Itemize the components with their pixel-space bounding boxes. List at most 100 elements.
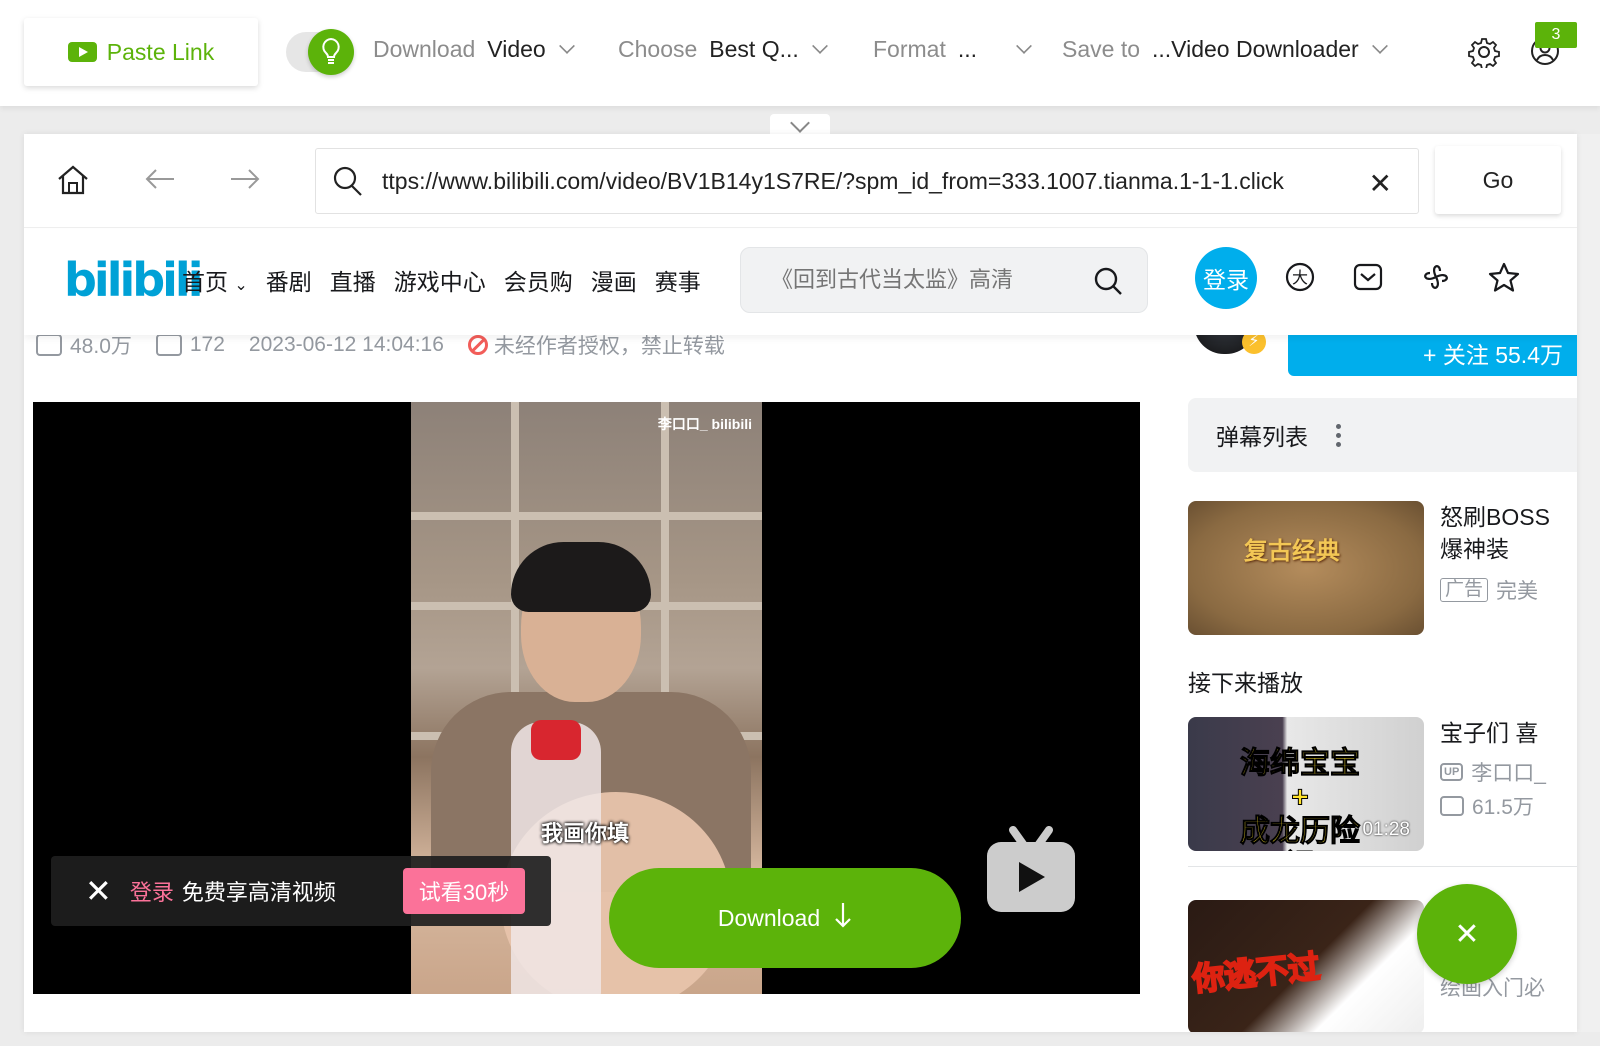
nav-item-live[interactable]: 直播 [330,263,376,297]
ad-title-line1: 怒刷BOSS [1440,504,1550,530]
search-icon[interactable] [1093,266,1123,301]
quality-label: Choose [618,36,698,62]
play-count-icon [36,334,62,356]
nav-item-esports[interactable]: 赛事 [655,263,701,297]
smart-mode-toggle[interactable] [286,29,354,75]
quality-value: Best Q... [709,36,799,62]
format-value: ... [957,36,978,62]
browser-nav-bar: ✕ Go [24,134,1577,228]
url-input[interactable] [382,167,1342,195]
ad-tag: 广告 [1440,578,1489,602]
ad-thumbnail-text: 复古经典 [1244,536,1340,565]
favorites-star-icon[interactable] [1488,261,1522,295]
nav-item-games[interactable]: 游戏中心 [394,263,486,297]
bilibili-search-input[interactable] [771,267,1051,293]
chevron-down-icon [1371,37,1388,54]
back-arrow-icon[interactable] [144,164,176,199]
format-dropdown[interactable]: Format ... [873,36,1032,63]
bilibili-nav: 首页 ⌄ 番剧 直播 游戏中心 会员购 漫画 赛事 [182,263,701,297]
uploader-icon: UP [1440,763,1464,781]
ad-title-line2: 爆神装 [1440,536,1509,562]
chevron-down-icon [558,37,575,54]
ad-thumbnail: 复古经典 [1188,501,1424,635]
ad-source: 完美 [1496,580,1539,603]
svg-text:大: 大 [1292,269,1308,287]
download-type-value: Video [487,36,546,62]
login-prompt-text: 免费享高清视频 [181,880,336,905]
go-button[interactable]: Go [1435,146,1561,214]
download-button[interactable]: Download [609,868,961,968]
save-location-dropdown[interactable]: Save to ...Video Downloader [1062,36,1388,63]
bilibili-logo[interactable]: bilibili [64,253,203,307]
video-duration: 01:28 [1362,819,1410,840]
nav-item-anime[interactable]: 番剧 [266,263,312,297]
message-icon[interactable] [1352,261,1386,295]
trial-watch-button[interactable]: 试看30秒 [403,868,525,914]
quality-dropdown[interactable]: Choose Best Q... [618,36,828,63]
chevron-down-icon [1016,37,1032,54]
nav-item-home[interactable]: 首页 ⌄ [182,263,248,297]
notification-badge: 3 [1535,22,1577,48]
video-play-icon [67,42,97,62]
bilibili-login-button[interactable]: 登录 [1195,247,1257,309]
home-icon[interactable] [56,164,90,201]
bilibili-tv-play-icon[interactable] [985,826,1077,914]
video-subtitle: 我画你填 [541,821,630,846]
paste-link-button[interactable]: Paste Link [24,18,258,86]
thumbnail-text-2: + [1291,781,1310,815]
close-floating-button[interactable]: ✕ [1417,884,1517,984]
danmaku-count: 172 [189,333,225,356]
save-location-label: Save to [1062,36,1140,62]
thumbnail-text: 你逃不过 [1190,947,1323,998]
follow-button[interactable]: + 关注 55.4万 [1288,330,1577,376]
ad-card[interactable]: 复古经典 怒刷BOSS 爆神装 广告 完美 [1188,501,1577,637]
url-bar[interactable]: ✕ [315,148,1419,214]
download-button-label: Download [717,904,821,931]
nav-item-shop[interactable]: 会员购 [504,263,573,297]
settings-gear-icon[interactable] [1468,36,1502,70]
vip-icon[interactable]: 大 [1284,261,1318,295]
uploader-name: 李口口_ [1471,762,1546,785]
recommended-video-card[interactable]: 海绵宝宝 + 成龙历险记 01:28 宝子们 喜 UP 李口口_ 61.5万 [1188,717,1577,853]
bilibili-search-box[interactable] [740,247,1148,313]
list-divider [1188,866,1577,867]
download-arrow-icon [834,901,852,935]
video-views: 61.5万 [1472,796,1534,819]
danmaku-list-header[interactable]: 弹幕列表 [1188,398,1577,472]
video-player[interactable]: 李口口_ bilibili 我画你填 ✕ 登录 免费享高清视频 试看30秒 Do… [33,402,1140,994]
thumbnail-text-3: 成龙历险记 [1240,815,1361,852]
app-toolbar: Paste Link Download Video Choose Best Q.… [0,0,1600,106]
login-prompt-bar: ✕ 登录 免费享高清视频 试看30秒 [51,856,551,926]
dynamic-pinwheel-icon[interactable] [1420,261,1454,295]
chevron-down-icon [811,37,828,54]
bilibili-header: bilibili 首页 ⌄ 番剧 直播 游戏中心 会员购 漫画 赛事 登录 大 [24,229,1577,335]
play-count-icon [1440,796,1464,816]
login-link[interactable]: 登录 [130,875,174,907]
danmaku-count-icon [155,334,182,356]
embedded-browser: ✕ Go bilibili 首页 ⌄ 番剧 直播 游戏中心 会员购 漫画 赛事 … [24,134,1577,1032]
clear-url-icon[interactable]: ✕ [1369,167,1392,200]
forward-arrow-icon[interactable] [229,164,261,199]
publish-time: 2023-06-12 14:04:16 [248,333,444,356]
video-thumbnail: 海绵宝宝 + 成龙历险记 01:28 [1188,717,1424,851]
chevron-down-icon: ⌄ [234,277,248,294]
nav-item-manga[interactable]: 漫画 [591,263,637,297]
danmaku-list-title: 弹幕列表 [1216,424,1308,450]
no-repost-icon [467,335,488,355]
thumbnail-text-1: 海绵宝宝 [1240,747,1361,781]
lightbulb-icon [308,29,354,75]
paste-link-label: Paste Link [106,38,215,65]
close-icon[interactable]: ✕ [85,875,112,907]
up-next-title: 接下来播放 [1188,670,1303,696]
video-watermark: 李口口_ bilibili [657,416,752,432]
more-options-icon[interactable] [1336,423,1341,447]
download-type-label: Download [373,36,476,62]
recommended-video-card[interactable]: 你逃不过 速写法 强观察 绘画入门必 [1188,900,1577,1032]
format-label: Format [873,36,946,62]
download-type-dropdown[interactable]: Download Video [373,36,575,63]
nav-item-label: 首页 [182,269,228,295]
search-icon [332,165,364,197]
video-title: 宝子们 喜 [1440,720,1539,746]
save-location-value: ...Video Downloader [1152,36,1359,62]
video-thumbnail: 你逃不过 [1188,900,1424,1032]
